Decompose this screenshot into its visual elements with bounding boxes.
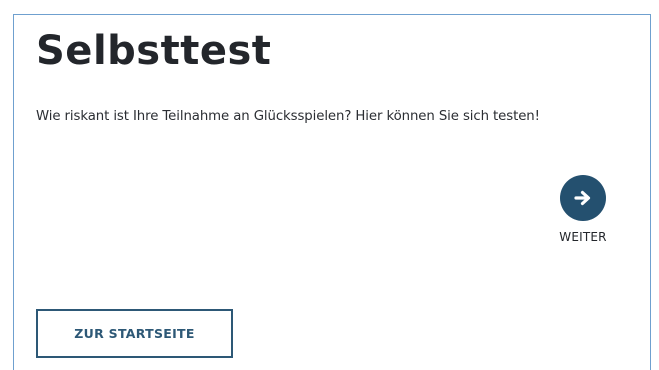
intro-text: Wie riskant ist Ihre Teilnahme an Glücks… (36, 109, 540, 124)
home-button[interactable]: ZUR STARTSEITE (36, 309, 233, 358)
page-title: Selbsttest (36, 28, 272, 74)
next-button-label[interactable]: WEITER (551, 230, 615, 244)
next-circle[interactable] (560, 175, 606, 221)
arrow-right-icon (574, 190, 591, 206)
next-button[interactable]: WEITER (551, 175, 615, 247)
selftest-panel: Selbsttest Wie riskant ist Ihre Teilnahm… (13, 14, 651, 370)
